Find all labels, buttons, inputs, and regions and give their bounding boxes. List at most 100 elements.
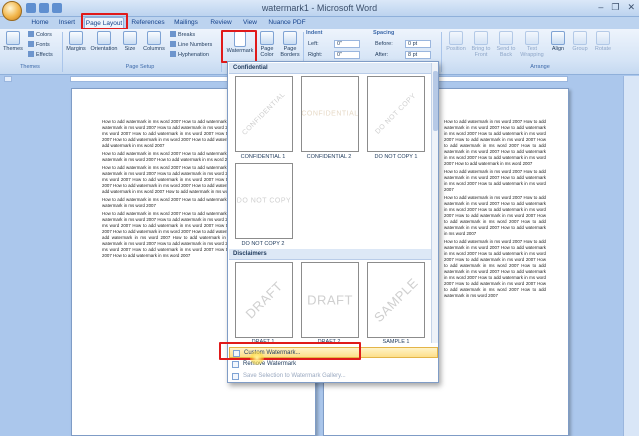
gallery-section-confidential: Confidential xyxy=(229,63,431,74)
align-icon xyxy=(551,31,565,45)
watermark-preview-text: CONFIDENTIAL xyxy=(301,110,359,118)
send-to-back-icon xyxy=(499,31,513,45)
tab-home[interactable]: Home xyxy=(28,17,52,29)
breaks-icon xyxy=(170,31,176,37)
watermark-thumb-draft-2[interactable]: DRAFT xyxy=(301,262,359,338)
colors-button[interactable]: Colors xyxy=(28,31,52,38)
watermark-gallery: Confidential CONFIDENTIAL CONFIDENTIAL 1… xyxy=(227,61,439,383)
hyphenation-icon xyxy=(170,51,176,57)
send-to-back-button[interactable]: Send to Back xyxy=(494,31,518,58)
fonts-icon xyxy=(28,41,34,47)
size-button[interactable]: Size xyxy=(120,31,140,52)
spacing-after-label: After: xyxy=(375,52,389,58)
window-title: watermark1 - Microsoft Word xyxy=(261,3,378,13)
minimize-button[interactable]: – xyxy=(598,2,603,13)
watermark-thumb-do-not-copy-2[interactable]: DO NOT COPY xyxy=(235,163,293,239)
paragraph: How to add watermark in ms word 2007 How… xyxy=(444,195,546,236)
text-wrapping-button[interactable]: Text Wrapping xyxy=(519,31,545,58)
indent-label: Indent xyxy=(306,30,323,36)
window-controls: – ❐ ✕ xyxy=(598,2,635,13)
office-button[interactable] xyxy=(2,1,22,21)
tab-references[interactable]: References xyxy=(131,17,165,29)
page-borders-button[interactable]: Page Borders xyxy=(278,31,302,58)
watermark-preview-text: CONFIDENTIAL xyxy=(241,91,287,137)
indent-right-field[interactable]: 0" xyxy=(334,51,360,59)
text-wrapping-icon xyxy=(525,31,539,45)
align-button[interactable]: Align xyxy=(548,31,568,52)
group-icon xyxy=(573,31,587,45)
watermark-preview-text: DRAFT xyxy=(242,278,286,322)
tab-view[interactable]: View xyxy=(240,17,260,29)
paragraph: How to add watermark in ms word 2007 How… xyxy=(444,169,546,192)
thumb-caption: CONFIDENTIAL 1 xyxy=(240,154,286,160)
tab-mailings[interactable]: Mailings xyxy=(172,17,200,29)
line-numbers-icon xyxy=(170,41,176,47)
watermark-button-highlight xyxy=(221,30,257,63)
vertical-scrollbar[interactable] xyxy=(623,76,639,436)
maximize-button[interactable]: ❐ xyxy=(611,2,619,13)
margins-icon xyxy=(69,31,83,45)
save-to-gallery-icon xyxy=(232,373,239,380)
thumb-caption: SAMPLE 1 xyxy=(382,339,410,345)
watermark-preview-text: DRAFT xyxy=(307,292,353,308)
separator xyxy=(441,32,442,72)
size-icon xyxy=(123,31,137,45)
page-color-button[interactable]: Page Color xyxy=(256,31,278,58)
fonts-button[interactable]: Fonts xyxy=(28,41,50,48)
custom-watermark-highlight xyxy=(219,342,361,360)
close-button[interactable]: ✕ xyxy=(627,2,635,13)
save-to-gallery-menu-item[interactable]: Save Selection to Watermark Gallery... xyxy=(229,371,438,382)
rotate-button[interactable]: Rotate xyxy=(592,31,614,52)
columns-button[interactable]: Columns xyxy=(140,31,168,52)
effects-button[interactable]: Effects xyxy=(28,51,53,58)
tab-review[interactable]: Review xyxy=(208,17,234,29)
remove-watermark-icon xyxy=(232,361,239,368)
paragraph: How to add watermark in ms word 2007 How… xyxy=(444,119,546,166)
spacing-before-field[interactable]: 0 pt xyxy=(405,40,431,48)
indent-left-label: Left: xyxy=(308,41,319,47)
themes-group-label: Themes xyxy=(20,64,40,70)
watermark-thumb-do-not-copy-1[interactable]: DO NOT COPY xyxy=(367,76,425,152)
gallery-scroll-thumb[interactable] xyxy=(433,71,438,131)
page-borders-icon xyxy=(283,31,297,45)
page-setup-group-label: Page Setup xyxy=(125,64,155,70)
margins-button[interactable]: Margins xyxy=(64,31,88,52)
spacing-before-label: Before: xyxy=(375,41,393,47)
watermark-preview-text: DO NOT COPY xyxy=(236,197,292,205)
arrange-group-label: Arrange xyxy=(530,64,550,70)
columns-icon xyxy=(147,31,161,45)
themes-button[interactable]: Themes xyxy=(3,31,23,52)
watermark-thumb-draft-1[interactable]: DRAFT xyxy=(235,262,293,338)
thumb-caption: DO NOT COPY 1 xyxy=(374,154,418,160)
watermark-thumb-sample-1[interactable]: SAMPLE xyxy=(367,262,425,338)
group-button[interactable]: Group xyxy=(569,31,591,52)
watermark-preview-text: SAMPLE xyxy=(370,274,422,326)
gallery-scrollbar[interactable] xyxy=(431,63,438,343)
indent-right-label: Right: xyxy=(308,52,323,58)
orientation-button[interactable]: Orientation xyxy=(88,31,120,52)
thumb-caption: CONFIDENTIAL 2 xyxy=(306,154,352,160)
spacing-after-field[interactable]: 8 pt xyxy=(405,51,431,59)
watermark-preview-text: DO NOT COPY xyxy=(374,92,418,136)
word-window: watermark1 - Microsoft Word – ❐ ✕ Home I… xyxy=(0,0,639,436)
indent-left-field[interactable]: 0" xyxy=(334,40,360,48)
page-layout-tab-highlight xyxy=(81,13,128,30)
hyphenation-button[interactable]: Hyphenation xyxy=(170,51,209,58)
ruler-tab-selector[interactable] xyxy=(4,76,12,82)
tab-insert[interactable]: Insert xyxy=(56,17,78,29)
breaks-button[interactable]: Breaks xyxy=(170,31,195,38)
separator xyxy=(62,32,63,72)
paragraph: How to add watermark in ms word 2007 How… xyxy=(444,239,546,298)
thumb-caption: DO NOT COPY 2 xyxy=(241,241,285,247)
line-numbers-button[interactable]: Line Numbers xyxy=(170,41,212,48)
orientation-icon xyxy=(97,31,111,45)
bring-to-front-button[interactable]: Bring to Front xyxy=(469,31,493,58)
themes-icon xyxy=(6,31,20,45)
cursor-highlight xyxy=(250,351,264,365)
bring-to-front-icon xyxy=(474,31,488,45)
position-icon xyxy=(449,31,463,45)
watermark-thumb-confidential-2[interactable]: CONFIDENTIAL xyxy=(301,76,359,152)
position-button[interactable]: Position xyxy=(444,31,468,52)
watermark-thumb-confidential-1[interactable]: CONFIDENTIAL xyxy=(235,76,293,152)
tab-nuance-pdf[interactable]: Nuance PDF xyxy=(268,17,306,29)
